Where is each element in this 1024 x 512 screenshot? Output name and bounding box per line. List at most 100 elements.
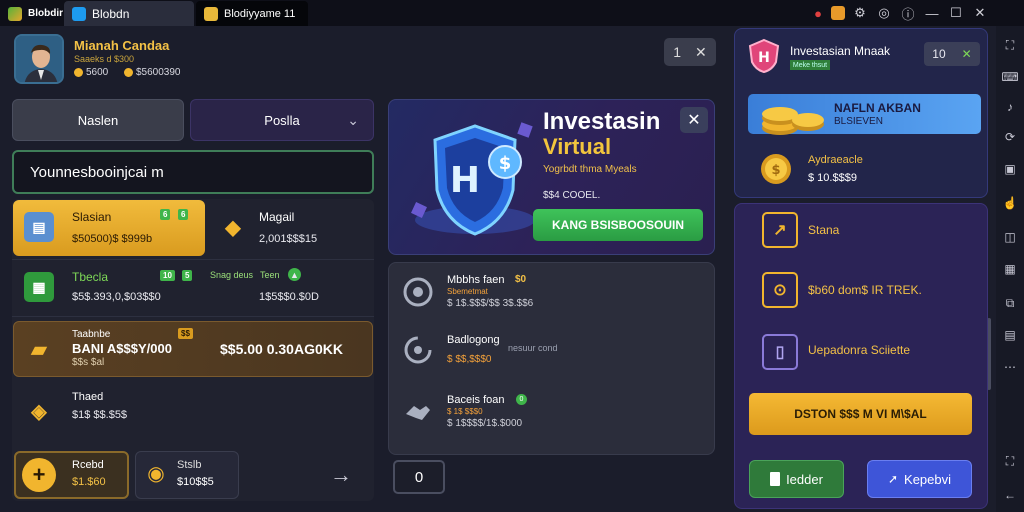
tab-game[interactable]: Blodiyyame 11 [196, 1, 308, 26]
settings-icon[interactable]: ⚙ [850, 3, 870, 23]
tab-browser[interactable]: Blobdn [64, 1, 194, 26]
arrow-right-icon[interactable]: → [330, 462, 352, 488]
screenshot-icon[interactable]: ▣ [1001, 160, 1019, 178]
item-tag-text: Snag deus [210, 270, 254, 280]
location-pin-icon: ⊙ [762, 272, 798, 308]
alert-icon[interactable]: ● [808, 3, 828, 23]
hero-close-button[interactable]: ✕ [680, 107, 708, 133]
record-icon[interactable]: ◎ [874, 3, 894, 23]
target-icon [400, 274, 436, 310]
fullscreen-icon[interactable]: ⛶ [1001, 452, 1019, 470]
rotate-icon[interactable]: ⟳ [1001, 128, 1019, 146]
avatar-portrait [16, 36, 62, 82]
svg-text:$: $ [771, 163, 780, 178]
page-indicator-button[interactable]: 0 [393, 460, 445, 494]
item-value: 2,001$$$15 [259, 233, 318, 245]
item-right-value: 1$5$$0.$0D [259, 291, 319, 303]
close-icon[interactable]: ✕ [970, 3, 990, 23]
svg-text:H: H [758, 50, 770, 66]
back-icon[interactable]: ← [1001, 486, 1019, 504]
record-video-icon[interactable]: ◫ [1001, 228, 1019, 246]
tag-icon: ◈ [31, 400, 47, 423]
svg-text:H: H [450, 160, 480, 201]
hero-line-2: $$4 COOEL. [543, 190, 601, 201]
item-value: $1$ $$.$5$ [72, 409, 128, 421]
close-icon[interactable]: ✕ [962, 47, 972, 61]
handshake-icon [400, 394, 436, 430]
controller-icon[interactable]: ▦ [1001, 260, 1019, 278]
item-label: Thaed [72, 391, 104, 403]
item-tag: 5 [182, 270, 193, 281]
maximize-icon[interactable]: ☐ [946, 3, 966, 23]
item-sub: $ 1$ $$$0 [447, 407, 483, 416]
document-icon: ▯ [762, 334, 798, 370]
stat-value: $5600390 [136, 67, 181, 78]
tab-poslla[interactable]: Poslla ⌄ [190, 99, 374, 141]
primary-cta-button[interactable]: DSTON $$$ M VI M\$AL [749, 393, 972, 435]
divider [12, 316, 374, 317]
chevron-down-icon: ⌄ [347, 111, 359, 128]
item-value: $5$.393,0,$03$$0 [72, 291, 161, 303]
notification-icon[interactable] [828, 3, 848, 23]
diamond-icon: ◆ [225, 216, 241, 239]
search-value: Younnesbooinjcai m [30, 163, 164, 181]
activity-list [388, 262, 715, 455]
coins-icon: ◉ [147, 462, 165, 485]
card-label: Rcebd [72, 459, 104, 471]
button-label: Iedder [786, 471, 823, 487]
tab-label: Blodiyyame 11 [224, 7, 296, 20]
profile-stat-coins: 5600 [74, 67, 108, 78]
keyboard-icon[interactable]: ⌨ [1001, 68, 1019, 86]
touch-icon[interactable]: ☝ [1001, 194, 1019, 212]
search-input[interactable]: Younnesbooinjcai m [12, 150, 374, 194]
refresh-icon [400, 332, 436, 368]
item-extra: nesuur cond [508, 343, 558, 353]
cash-icon: ▦ [24, 272, 54, 302]
coin-icon [74, 68, 83, 77]
panel-counter[interactable]: 10 ✕ [924, 42, 980, 66]
volume-icon[interactable]: ♪ [1001, 98, 1019, 116]
shield-icon: H $ [411, 122, 535, 236]
left-action-button[interactable]: Iedder [749, 460, 844, 498]
item-label: Taabnbe [72, 329, 111, 340]
hero-subtitle: Virtual [543, 134, 612, 159]
hero-line-1: Yogrbdt thma Myeals [543, 164, 637, 175]
item-tag: $$ [178, 328, 193, 339]
top-counter-pill[interactable]: 1 ✕ [664, 38, 716, 66]
coin-stack-icon [758, 98, 828, 138]
plus-icon[interactable]: + [22, 458, 56, 492]
help-icon[interactable]: ⓘ [898, 3, 918, 23]
brand-shield-icon: H [748, 38, 780, 74]
avatar[interactable] [14, 34, 64, 84]
menu-item-label[interactable]: $b60 dom$ IR TREK. [808, 283, 922, 297]
item-value-sub: $$s $al [72, 357, 105, 368]
item-tag: 10 [160, 270, 175, 281]
ledger-icon [770, 472, 781, 486]
hero-title: Investasin [543, 108, 661, 135]
game-icon [204, 6, 218, 21]
hero-cta-button[interactable]: KANG BSISBOOSOUIN [533, 209, 703, 241]
close-icon[interactable]: ✕ [695, 44, 707, 61]
card-value: $1.$60 [72, 476, 106, 488]
item-badge: 0 [516, 394, 527, 405]
right-action-button[interactable]: ➚ Kepebvi [867, 460, 972, 498]
item-label: Magail [259, 210, 295, 224]
menu-item-label[interactable]: Stana [808, 223, 839, 237]
card-value: $10$$5 [177, 476, 214, 488]
twitter-bird-icon [72, 6, 86, 21]
tab-label: Poslla [264, 112, 300, 128]
app-logo-tab[interactable]: Blobdir [0, 1, 63, 26]
minimize-icon[interactable]: — [922, 3, 942, 23]
item-label: Badlogong [447, 334, 500, 346]
chart-icon: ↗ [762, 212, 798, 248]
tab-naslen[interactable]: Naslen [12, 99, 184, 141]
profile-name: Mianah Candaa [74, 38, 170, 53]
banner-line-1: NAFLN AKBAN [834, 101, 921, 115]
item-right-value: $$5.00 0.30AG0KK [220, 341, 343, 357]
expand-icon[interactable]: ⛶ [1001, 36, 1019, 54]
more-icon[interactable]: ⋯ [1001, 358, 1019, 376]
item-tag: 6 [178, 209, 189, 220]
multi-instance-icon[interactable]: ⧉ [1001, 294, 1019, 312]
folder-icon[interactable]: ▤ [1001, 326, 1019, 344]
menu-item-label[interactable]: Uepadonra Sciiette [808, 343, 910, 357]
